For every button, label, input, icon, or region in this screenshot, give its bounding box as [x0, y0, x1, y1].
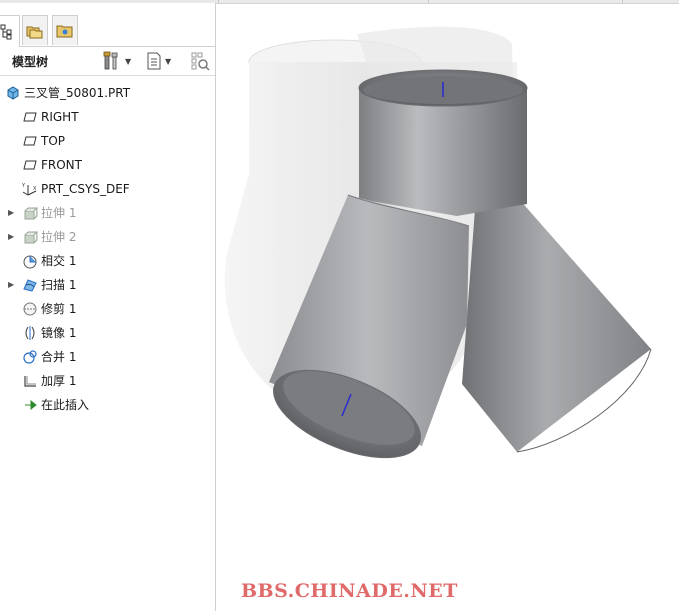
tree-item[interactable]: ▶ 扫描 1	[0, 273, 215, 297]
strip-divider	[428, 0, 429, 3]
svg-text:Y: Y	[22, 183, 26, 189]
tree-item-label: TOP	[41, 134, 66, 148]
favorites-tab[interactable]	[52, 15, 78, 45]
tree-item-label: 拉伸 1	[41, 206, 77, 220]
tree-item-label: 修剪 1	[41, 302, 77, 316]
tree-item-label: RIGHT	[41, 110, 79, 124]
tree-item-label: PRT_CSYS_DEF	[41, 182, 130, 196]
chevron-down-icon: ▼	[125, 56, 132, 66]
folders-icon	[26, 26, 43, 38]
datum-plane-icon	[22, 109, 38, 125]
tree-item[interactable]: RIGHT	[0, 105, 215, 129]
tree-item[interactable]: 相交 1	[0, 249, 215, 273]
merge-icon	[22, 349, 38, 365]
favorites-folder-icon	[56, 25, 73, 37]
thicken-icon	[22, 373, 38, 389]
tree-item-label: 扫描 1	[41, 278, 77, 292]
grid-settings-icon	[191, 52, 210, 71]
navigator-panel: 模型树 ▼ ▼ 三叉管_50801.PRT RIGHT TOP FRONT Y …	[0, 3, 216, 611]
tree-item[interactable]: 修剪 1	[0, 297, 215, 321]
tree-item-label: 三叉管_50801.PRT	[24, 86, 131, 100]
show-button[interactable]: ▼	[146, 50, 171, 72]
tree-item[interactable]: 三叉管_50801.PRT	[0, 81, 215, 105]
tree-item[interactable]: Y X PRT_CSYS_DEF	[0, 177, 215, 201]
tree-item[interactable]: 加厚 1	[0, 369, 215, 393]
watermark-text: BBS.CHINADE.NET	[241, 580, 458, 602]
expand-arrow-icon[interactable]: ▶	[8, 207, 16, 219]
extrude-icon	[22, 205, 39, 221]
tree-item[interactable]: ▶ 拉伸 1	[0, 201, 215, 225]
tree-item-label: 镜像 1	[41, 326, 77, 340]
strip-divider	[218, 0, 219, 3]
model-tree: 三叉管_50801.PRT RIGHT TOP FRONT Y X PRT_CSYS_DEF…	[0, 81, 215, 417]
tree-item-label: 相交 1	[41, 254, 77, 268]
tree-item-label: 拉伸 2	[41, 230, 77, 244]
top-pipe	[358, 69, 528, 216]
tree-item-label: FRONT	[41, 158, 82, 172]
right-branch	[462, 199, 652, 453]
tree-item[interactable]: 在此插入	[0, 393, 215, 417]
tree-item[interactable]: TOP	[0, 129, 215, 153]
tools-icon	[103, 51, 118, 70]
intersect-icon	[22, 253, 38, 269]
expand-arrow-icon[interactable]: ▶	[8, 231, 16, 243]
chevron-down-icon: ▼	[165, 56, 172, 66]
strip-divider	[622, 0, 623, 3]
model-tree-title: 模型树	[12, 55, 49, 69]
tee-pipe-model[interactable]	[217, 4, 679, 611]
tree-item[interactable]: ▶ 拉伸 2	[0, 225, 215, 249]
model-tree-tab[interactable]	[0, 15, 20, 47]
mirror-icon	[22, 325, 38, 341]
tree-icon	[0, 24, 12, 39]
graphics-viewport[interactable]	[217, 4, 679, 611]
tree-item-label: 在此插入	[41, 398, 90, 412]
model-tree-toolbar: 模型树 ▼ ▼	[0, 47, 215, 76]
filter-button[interactable]	[190, 50, 210, 72]
tree-item-label: 加厚 1	[41, 374, 77, 388]
navigator-tabs	[0, 15, 216, 47]
trim-icon	[22, 301, 38, 317]
tree-item[interactable]: 合并 1	[0, 345, 215, 369]
folder-browser-tab[interactable]	[22, 15, 48, 45]
expand-arrow-icon[interactable]: ▶	[8, 279, 16, 291]
tree-item[interactable]: 镜像 1	[0, 321, 215, 345]
datum-plane-icon	[22, 133, 38, 149]
settings-button[interactable]: ▼	[102, 50, 131, 72]
extrude-icon	[22, 229, 39, 245]
sweep-icon	[22, 277, 38, 293]
document-list-icon	[147, 52, 161, 70]
part-icon	[5, 85, 21, 101]
coordinate-system-icon: YX	[21, 181, 38, 197]
datum-plane-icon	[22, 157, 38, 173]
svg-text:X: X	[33, 186, 37, 192]
tree-item[interactable]: FRONT	[0, 153, 215, 177]
tree-item-label: 合并 1	[41, 350, 77, 364]
insert-here-arrow-icon	[22, 397, 38, 413]
